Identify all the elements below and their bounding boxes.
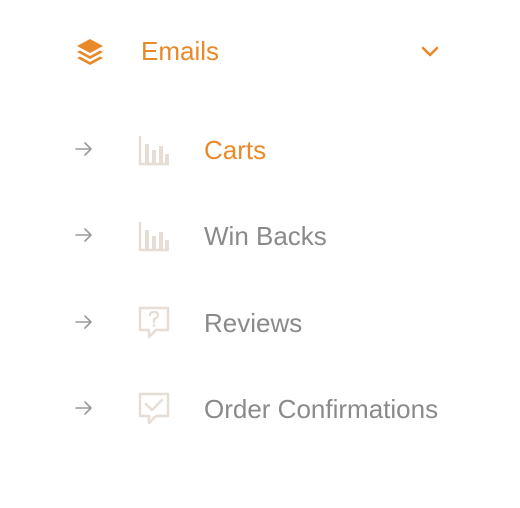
- check-bubble-icon: [138, 392, 170, 425]
- submenu-item-carts[interactable]: Carts: [0, 108, 520, 188]
- arrow-right-icon: [75, 142, 92, 156]
- chevron-down-icon[interactable]: [418, 40, 442, 64]
- layers-icon: [77, 39, 103, 65]
- menu-title: Emails: [141, 36, 220, 66]
- submenu-item-label: Carts: [204, 135, 267, 165]
- arrow-right-icon: [75, 228, 92, 242]
- submenu-item-reviews[interactable]: Reviews: [0, 281, 520, 361]
- submenu-item-label: Order Confirmations: [204, 394, 439, 424]
- bar-chart-icon: [138, 222, 169, 252]
- submenu-item-label: Win Backs: [204, 221, 327, 251]
- submenu-item-order-confirmations[interactable]: Order Confirmations: [0, 367, 520, 447]
- emails-menu-header[interactable]: Emails: [0, 0, 520, 100]
- arrow-right-icon: [75, 401, 92, 415]
- submenu-item-label: Reviews: [204, 308, 303, 338]
- submenu-item-win-backs[interactable]: Win Backs: [0, 194, 520, 274]
- question-bubble-icon: [138, 306, 170, 339]
- arrow-right-icon: [75, 315, 92, 329]
- bar-chart-icon: [138, 136, 169, 166]
